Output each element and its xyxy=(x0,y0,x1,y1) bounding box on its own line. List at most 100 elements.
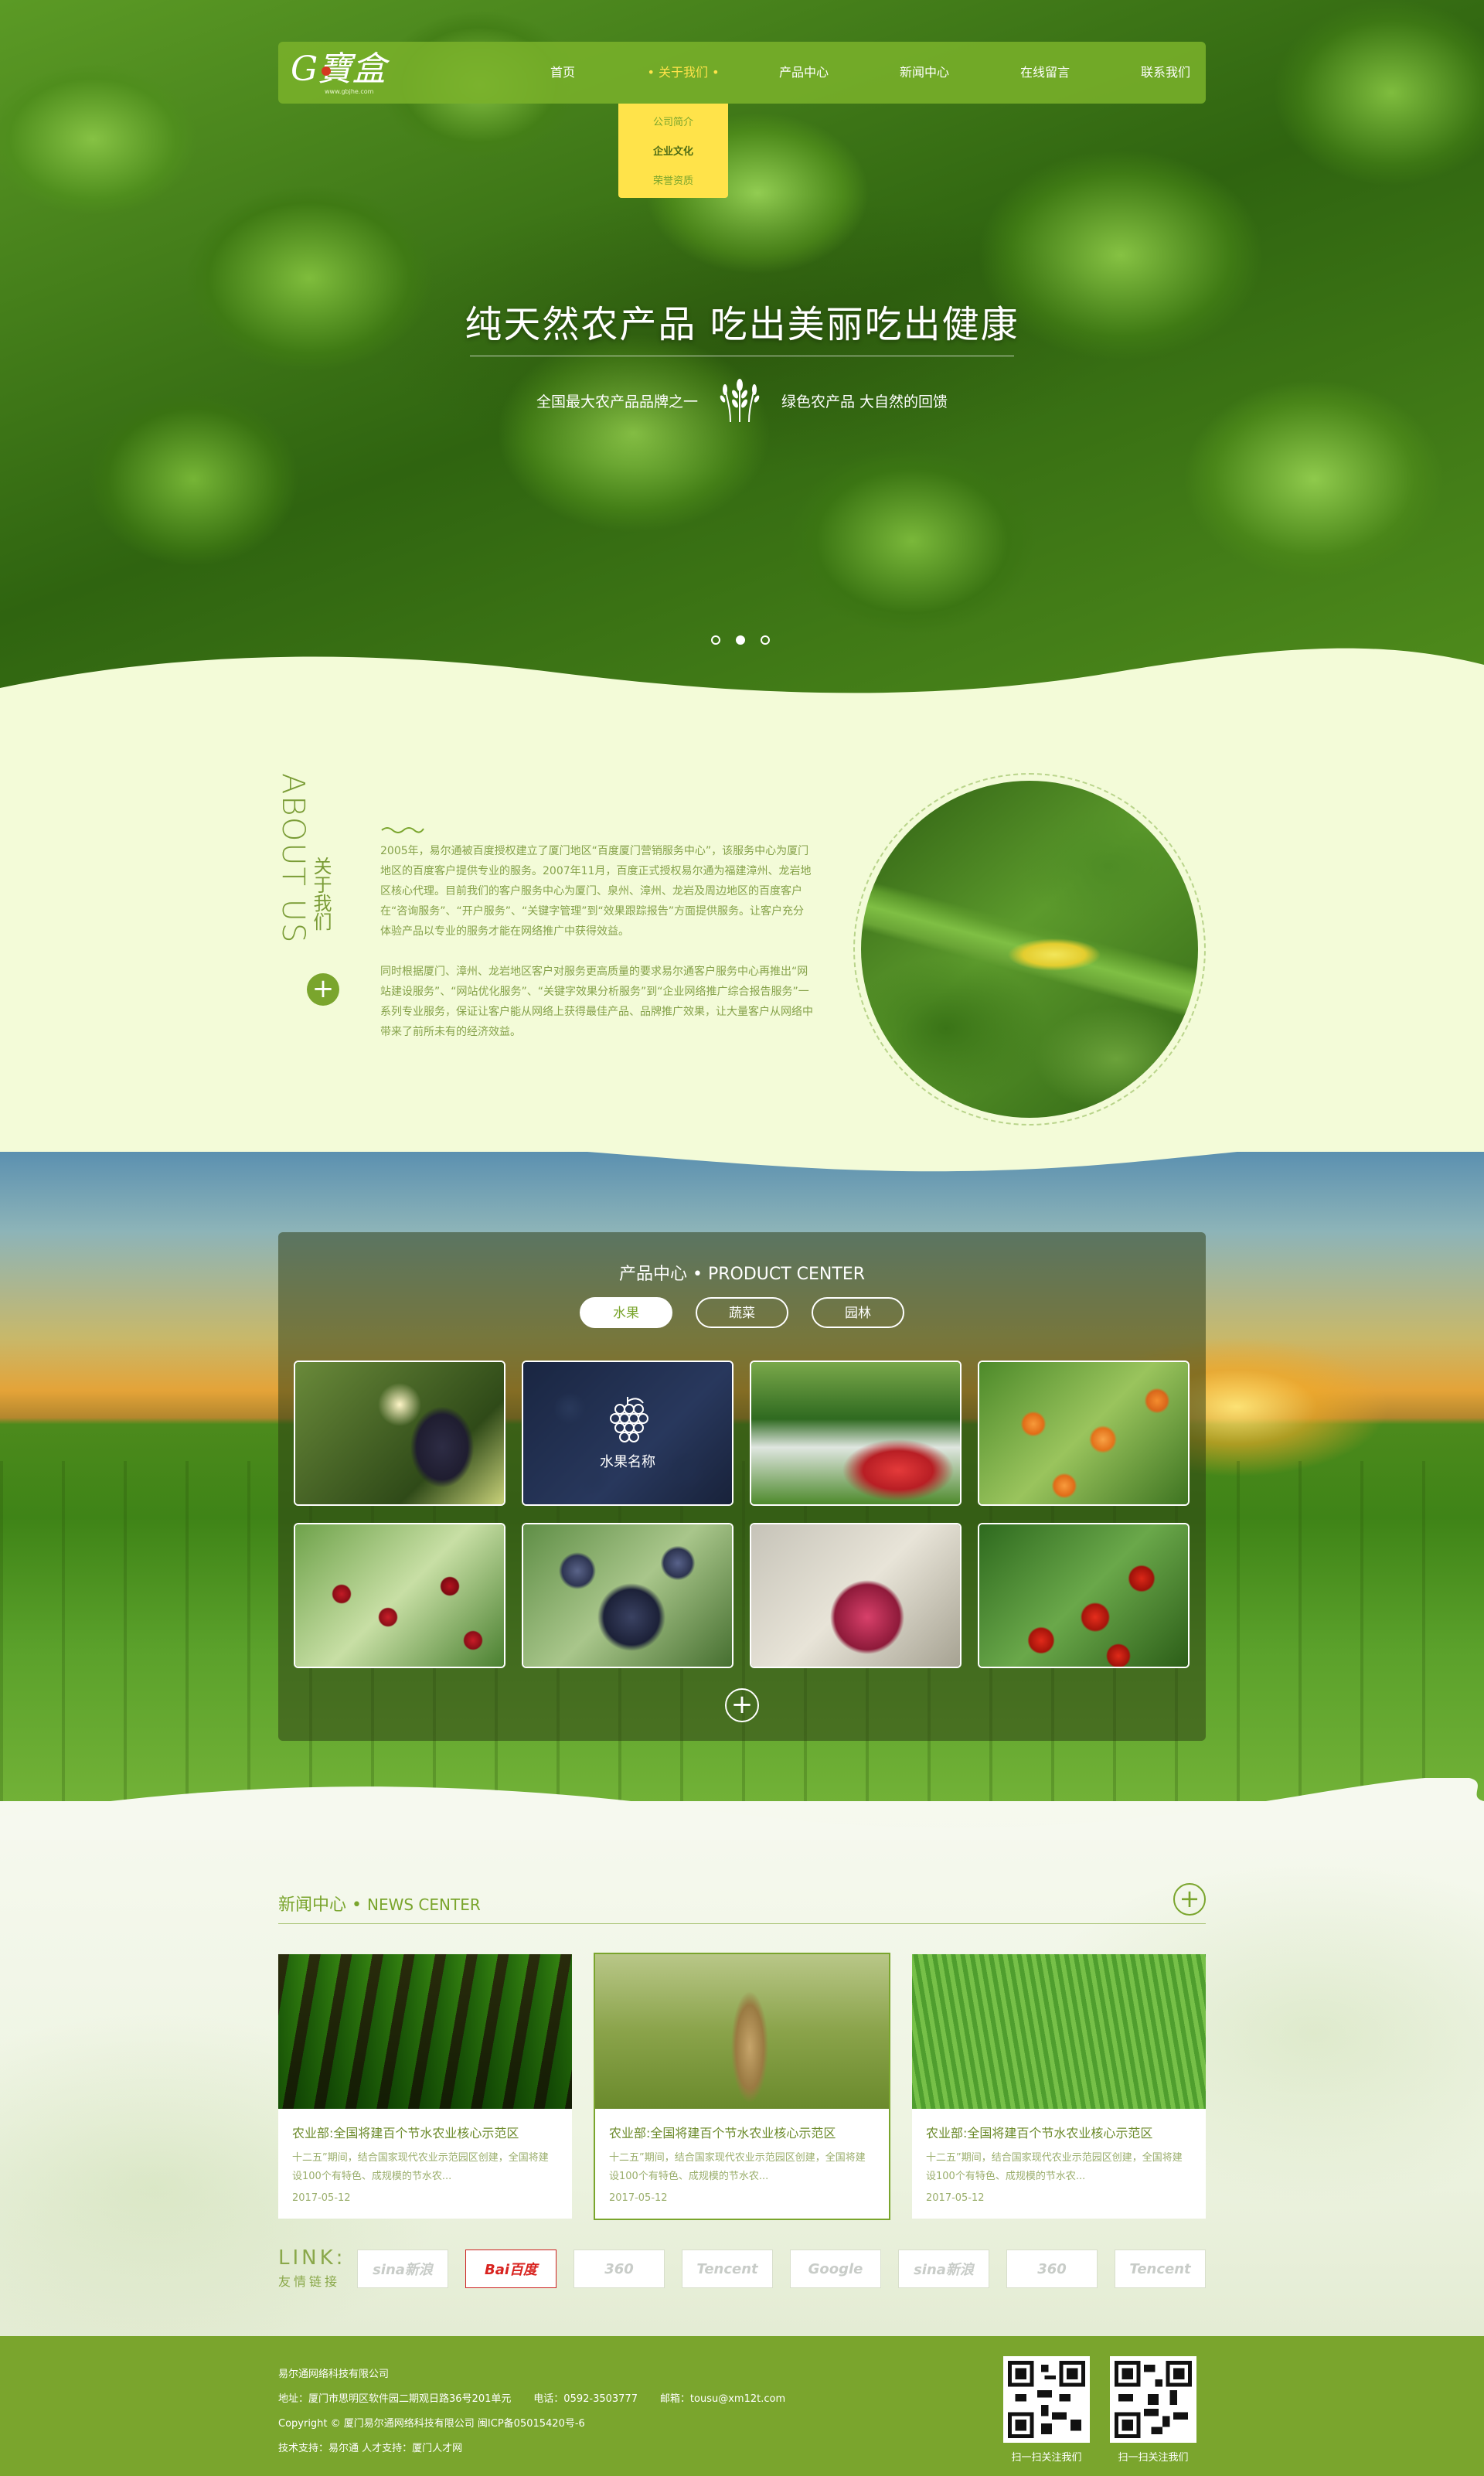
slider-dot[interactable] xyxy=(711,635,720,645)
partner-link-sina[interactable]: sina新浪 xyxy=(357,2250,448,2288)
product-title-en: PRODUCT CENTER xyxy=(707,1265,866,1284)
hero-banner: 纯天然农产品 吃出美丽吃出健康 全国最大农产品品牌之一 绿色农产品 大自然的回馈 xyxy=(0,0,1484,696)
about-photo-frame xyxy=(853,773,1206,1126)
product-card-strawberries[interactable] xyxy=(750,1361,962,1506)
product-wave-divider xyxy=(0,1778,1484,1840)
news-date: 2017-05-12 xyxy=(292,2192,351,2204)
news-divider xyxy=(278,1923,1206,1924)
product-card-blueberries[interactable]: 水果名称 xyxy=(522,1361,733,1506)
tab-fruit[interactable]: 水果 xyxy=(580,1297,672,1328)
logo-url: www.gbjhe.com xyxy=(325,88,374,95)
about-title-en: ABOUT US xyxy=(275,773,311,945)
product-center-title: 产品中心 • PRODUCT CENTER xyxy=(618,1265,866,1284)
site-footer: 易尔通网络科技有限公司 地址：厦门市思明区软件园二期观日路36号201单元 电话… xyxy=(0,2336,1484,2476)
nav-item-news[interactable]: 新闻中心 xyxy=(864,42,985,104)
partner-logo-list: sina新浪 Bai百度 360 Tencent Google sina新浪 3… xyxy=(357,2250,1206,2288)
news-title: 农业部:全国将建百个节水农业核心示范区 xyxy=(609,2126,836,2141)
product-card-tomatoes[interactable] xyxy=(978,1523,1190,1668)
links-label-cn: 友情链接 xyxy=(278,2274,341,2289)
partner-link-tencent[interactable]: Tencent xyxy=(1115,2250,1206,2288)
product-more-button[interactable]: + xyxy=(725,1688,759,1722)
footer-copyright: Copyright © 厦门易尔通网络科技有限公司 闽ICP备05015420号… xyxy=(278,2418,585,2430)
about-paragraph: 同时根据厦门、漳州、龙岩地区客户对服务更高质量的要求易尔通客户服务中心再推出“网… xyxy=(380,966,813,1038)
hero-title: 纯天然农产品 吃出美丽吃出健康 xyxy=(465,303,1019,346)
partner-link-360[interactable]: 360 xyxy=(574,2250,665,2288)
main-nav: 首页 关于我们 产品中心 新闻中心 在线留言 联系我们 xyxy=(502,42,1226,104)
grapes-icon xyxy=(610,1397,648,1442)
news-summary: 十二五”期间，结合国家现代农业示范园区创建，全国将建设100个有特色、成规模的节… xyxy=(292,2152,549,2182)
product-center-panel: 产品中心 • PRODUCT CENTER 水果 蔬菜 园林 水果名称 + xyxy=(278,1232,1206,1741)
hero-wave-divider xyxy=(0,648,1484,703)
news-title: 农业部:全国将建百个节水农业核心示范区 xyxy=(292,2126,519,2141)
product-card-grapes[interactable] xyxy=(294,1361,505,1506)
qr-code-block: 扫一扫关注我们 xyxy=(1003,2356,1090,2464)
squiggle-icon xyxy=(381,827,424,833)
news-image-rice xyxy=(595,1954,889,2109)
news-more-button[interactable]: + xyxy=(1173,1883,1206,1916)
qr-code-icon xyxy=(1003,2356,1090,2443)
product-tabs: 水果 蔬菜 园林 xyxy=(278,1297,1206,1328)
news-center-title: 新闻中心 • NEWS CENTER xyxy=(278,1895,481,1915)
partner-link-sina[interactable]: sina新浪 xyxy=(898,2250,989,2288)
nav-item-home[interactable]: 首页 xyxy=(502,42,623,104)
news-image-field xyxy=(278,1954,572,2109)
slider-dots xyxy=(711,635,770,645)
qr-code-icon xyxy=(1110,2356,1196,2443)
hero-sub-right: 绿色农产品 大自然的回馈 xyxy=(781,393,948,410)
news-card[interactable]: 农业部:全国将建百个节水农业核心示范区 十二五”期间，结合国家现代农业示范园区创… xyxy=(912,1954,1206,2219)
partner-link-tencent[interactable]: Tencent xyxy=(682,2250,773,2288)
news-list: 农业部:全国将建百个节水农业核心示范区 十二五”期间，结合国家现代农业示范园区创… xyxy=(278,1953,1206,2220)
news-date: 2017-05-12 xyxy=(609,2192,668,2204)
news-title: 农业部:全国将建百个节水农业核心示范区 xyxy=(926,2126,1153,2141)
qr-label: 扫一扫关注我们 xyxy=(1118,2452,1189,2464)
slider-dot[interactable] xyxy=(761,635,770,645)
qr-label: 扫一扫关注我们 xyxy=(1011,2452,1082,2464)
footer-company: 易尔通网络科技有限公司 xyxy=(278,2369,390,2380)
news-card[interactable]: 农业部:全国将建百个节水农业核心示范区 十二五”期间，结合国家现代农业示范园区创… xyxy=(278,1954,572,2219)
news-card[interactable]: 农业部:全国将建百个节水农业核心示范区 十二五”期间，结合国家现代农业示范园区创… xyxy=(594,1953,890,2220)
logo-seal-icon xyxy=(322,66,331,76)
product-card-plums[interactable] xyxy=(522,1523,733,1668)
partner-link-360[interactable]: 360 xyxy=(1006,2250,1098,2288)
friend-links: LINK: 友情链接 sina新浪 Bai百度 360 Tencent Goog… xyxy=(278,2246,1206,2290)
about-dropdown-menu: 公司简介 企业文化 荣誉资质 xyxy=(618,104,728,198)
about-more-button[interactable]: + xyxy=(307,973,339,1006)
product-card-apple[interactable] xyxy=(750,1523,962,1668)
product-hover-overlay: 水果名称 xyxy=(523,1362,732,1504)
footer-phone: 电话：0592-3503777 xyxy=(533,2393,638,2405)
about-title-cn: 关于我们 xyxy=(310,857,332,931)
nav-item-message[interactable]: 在线留言 xyxy=(985,42,1105,104)
tab-vegetable[interactable]: 蔬菜 xyxy=(696,1297,788,1328)
logo[interactable]: G寶盒 www.gbjhe.com xyxy=(291,49,391,96)
top-navbar: G寶盒 www.gbjhe.com 首页 关于我们 产品中心 新闻中心 在线留言… xyxy=(278,42,1206,104)
footer-email: 邮箱：tousu@xm12t.com xyxy=(659,2393,786,2405)
about-paragraph: 2005年，易尔通被百度授权建立了厦门地区“百度厦门营销服务中心”，该服务中心为… xyxy=(380,845,812,938)
hero-sub-left: 全国最大农产品品牌之一 xyxy=(536,393,698,410)
links-label: LINK: 友情链接 xyxy=(278,2246,345,2290)
qr-code-block: 扫一扫关注我们 xyxy=(1110,2356,1196,2464)
product-grid: 水果名称 xyxy=(294,1361,1190,1668)
news-summary: 十二五”期间，结合国家现代农业示范园区创建，全国将建设100个有特色、成规模的节… xyxy=(609,2152,866,2182)
wheat-icon xyxy=(720,379,760,423)
tab-garden[interactable]: 园林 xyxy=(812,1297,904,1328)
slider-dot-active[interactable] xyxy=(736,635,745,645)
news-date: 2017-05-12 xyxy=(926,2192,985,2204)
news-summary: 十二五”期间，结合国家现代农业示范园区创建，全国将建设100个有特色、成规模的节… xyxy=(926,2152,1183,2182)
partner-link-baidu[interactable]: Bai百度 xyxy=(465,2250,556,2288)
footer-contact-line: 地址：厦门市思明区软件园二期观日路36号201单元 电话：0592-350377… xyxy=(278,2387,785,2412)
nav-item-about[interactable]: 关于我们 xyxy=(623,42,744,104)
news-title-cn: 新闻中心 xyxy=(278,1895,347,1915)
partner-link-google[interactable]: Google xyxy=(790,2250,881,2288)
dropdown-item-culture[interactable]: 企业文化 xyxy=(618,138,728,167)
dropdown-item-profile[interactable]: 公司简介 xyxy=(618,108,728,138)
nav-item-products[interactable]: 产品中心 xyxy=(744,42,864,104)
nav-item-contact[interactable]: 联系我们 xyxy=(1105,42,1226,104)
product-name: 水果名称 xyxy=(600,1454,655,1470)
about-text: 2005年，易尔通被百度授权建立了厦门地区“百度厦门营销服务中心”，该服务中心为… xyxy=(380,841,815,1062)
news-image-wheat xyxy=(912,1954,1206,2109)
product-card-apricots[interactable] xyxy=(978,1361,1190,1506)
product-title-cn: 产品中心 xyxy=(618,1265,687,1284)
product-card-cherries[interactable] xyxy=(294,1523,505,1668)
news-title-en: NEWS CENTER xyxy=(366,1895,481,1914)
dropdown-item-honors[interactable]: 荣誉资质 xyxy=(618,167,728,196)
